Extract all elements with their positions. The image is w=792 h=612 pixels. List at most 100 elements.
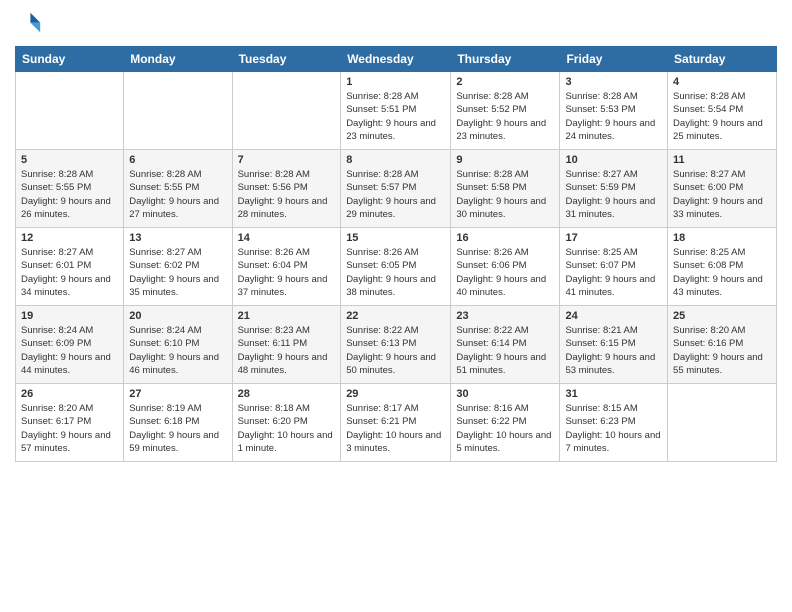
day-number: 31 <box>565 388 662 400</box>
day-number: 28 <box>238 388 336 400</box>
day-info: Sunrise: 8:28 AM Sunset: 5:55 PM Dayligh… <box>21 168 118 221</box>
day-number: 15 <box>346 232 445 244</box>
day-info: Sunrise: 8:26 AM Sunset: 6:04 PM Dayligh… <box>238 246 336 299</box>
day-info: Sunrise: 8:24 AM Sunset: 6:10 PM Dayligh… <box>129 324 226 377</box>
day-cell: 1 Sunrise: 8:28 AM Sunset: 5:51 PM Daylig… <box>341 72 451 150</box>
weekday-header-sunday: Sunday <box>16 47 124 72</box>
weekday-header-wednesday: Wednesday <box>341 47 451 72</box>
day-cell: 2Sunrise: 8:28 AM Sunset: 5:52 PM Daylig… <box>451 72 560 150</box>
day-cell: 18Sunrise: 8:25 AM Sunset: 6:08 PM Dayli… <box>668 228 777 306</box>
day-number: 24 <box>565 310 662 322</box>
day-number: 25 <box>673 310 771 322</box>
day-number: 22 <box>346 310 445 322</box>
day-number: 9 <box>456 154 554 166</box>
day-number: 11 <box>673 154 771 166</box>
day-cell: 26Sunrise: 8:20 AM Sunset: 6:17 PM Dayli… <box>16 384 124 462</box>
week-row-4: 26Sunrise: 8:20 AM Sunset: 6:17 PM Dayli… <box>16 384 777 462</box>
day-info: Sunrise: 8:27 AM Sunset: 6:02 PM Dayligh… <box>129 246 226 299</box>
day-info: Sunrise: 8:25 AM Sunset: 6:08 PM Dayligh… <box>673 246 771 299</box>
logo <box>15 10 47 38</box>
day-number: 3 <box>565 76 662 88</box>
day-number: 1 <box>346 76 445 88</box>
day-number: 16 <box>456 232 554 244</box>
page: SundayMondayTuesdayWednesdayThursdayFrid… <box>0 0 792 612</box>
day-cell: 25Sunrise: 8:20 AM Sunset: 6:16 PM Dayli… <box>668 306 777 384</box>
day-cell: 27Sunrise: 8:19 AM Sunset: 6:18 PM Dayli… <box>124 384 232 462</box>
day-cell <box>232 72 341 150</box>
day-cell: 17 Sunrise: 8:25 AM Sunset: 6:07 PM Dayli… <box>560 228 668 306</box>
day-cell: 3 Sunrise: 8:28 AM Sunset: 5:53 PM Daylig… <box>560 72 668 150</box>
day-cell: 28 Sunrise: 8:18 AM Sunset: 6:20 PM Dayli… <box>232 384 341 462</box>
day-info: Sunrise: 8:28 AM Sunset: 5:58 PM Dayligh… <box>456 168 554 221</box>
day-number: 20 <box>129 310 226 322</box>
day-cell: 14 Sunrise: 8:26 AM Sunset: 6:04 PM Dayli… <box>232 228 341 306</box>
logo-icon <box>15 10 43 38</box>
day-info: Sunrise: 8:25 AM Sunset: 6:07 PM Dayligh… <box>565 246 662 299</box>
day-info: Sunrise: 8:28 AM Sunset: 5:56 PM Dayligh… <box>238 168 336 221</box>
day-number: 23 <box>456 310 554 322</box>
day-number: 17 <box>565 232 662 244</box>
day-cell: 22 Sunrise: 8:22 AM Sunset: 6:13 PM Dayli… <box>341 306 451 384</box>
day-number: 21 <box>238 310 336 322</box>
week-row-3: 19 Sunrise: 8:24 AM Sunset: 6:09 PM Dayli… <box>16 306 777 384</box>
day-cell: 19 Sunrise: 8:24 AM Sunset: 6:09 PM Dayli… <box>16 306 124 384</box>
day-cell: 7 Sunrise: 8:28 AM Sunset: 5:56 PM Daylig… <box>232 150 341 228</box>
day-info: Sunrise: 8:26 AM Sunset: 6:06 PM Dayligh… <box>456 246 554 299</box>
day-cell: 8Sunrise: 8:28 AM Sunset: 5:57 PM Daylig… <box>341 150 451 228</box>
day-info: Sunrise: 8:28 AM Sunset: 5:55 PM Dayligh… <box>129 168 226 221</box>
day-cell: 6 Sunrise: 8:28 AM Sunset: 5:55 PM Daylig… <box>124 150 232 228</box>
day-cell: 15 Sunrise: 8:26 AM Sunset: 6:05 PM Dayli… <box>341 228 451 306</box>
day-cell <box>124 72 232 150</box>
day-cell: 10 Sunrise: 8:27 AM Sunset: 5:59 PM Dayli… <box>560 150 668 228</box>
day-number: 7 <box>238 154 336 166</box>
day-info: Sunrise: 8:22 AM Sunset: 6:14 PM Dayligh… <box>456 324 554 377</box>
day-cell <box>16 72 124 150</box>
day-info: Sunrise: 8:28 AM Sunset: 5:53 PM Dayligh… <box>565 90 662 143</box>
day-number: 6 <box>129 154 226 166</box>
day-number: 12 <box>21 232 118 244</box>
day-info: Sunrise: 8:28 AM Sunset: 5:54 PM Dayligh… <box>673 90 771 143</box>
day-cell: 16 Sunrise: 8:26 AM Sunset: 6:06 PM Dayli… <box>451 228 560 306</box>
header <box>15 10 777 38</box>
day-info: Sunrise: 8:16 AM Sunset: 6:22 PM Dayligh… <box>456 402 554 455</box>
day-cell: 31 Sunrise: 8:15 AM Sunset: 6:23 PM Dayli… <box>560 384 668 462</box>
day-cell: 12 Sunrise: 8:27 AM Sunset: 6:01 PM Dayli… <box>16 228 124 306</box>
day-info: Sunrise: 8:24 AM Sunset: 6:09 PM Dayligh… <box>21 324 118 377</box>
day-info: Sunrise: 8:28 AM Sunset: 5:57 PM Dayligh… <box>346 168 445 221</box>
day-info: Sunrise: 8:27 AM Sunset: 6:00 PM Dayligh… <box>673 168 771 221</box>
day-cell: 23 Sunrise: 8:22 AM Sunset: 6:14 PM Dayli… <box>451 306 560 384</box>
week-row-2: 12 Sunrise: 8:27 AM Sunset: 6:01 PM Dayli… <box>16 228 777 306</box>
day-number: 19 <box>21 310 118 322</box>
day-number: 10 <box>565 154 662 166</box>
day-info: Sunrise: 8:26 AM Sunset: 6:05 PM Dayligh… <box>346 246 445 299</box>
calendar-table: SundayMondayTuesdayWednesdayThursdayFrid… <box>15 46 777 462</box>
day-info: Sunrise: 8:27 AM Sunset: 5:59 PM Dayligh… <box>565 168 662 221</box>
day-cell: 29Sunrise: 8:17 AM Sunset: 6:21 PM Dayli… <box>341 384 451 462</box>
day-number: 14 <box>238 232 336 244</box>
day-info: Sunrise: 8:20 AM Sunset: 6:17 PM Dayligh… <box>21 402 118 455</box>
weekday-header-tuesday: Tuesday <box>232 47 341 72</box>
day-info: Sunrise: 8:22 AM Sunset: 6:13 PM Dayligh… <box>346 324 445 377</box>
day-cell: 21 Sunrise: 8:23 AM Sunset: 6:11 PM Dayli… <box>232 306 341 384</box>
day-cell: 11 Sunrise: 8:27 AM Sunset: 6:00 PM Dayli… <box>668 150 777 228</box>
day-info: Sunrise: 8:18 AM Sunset: 6:20 PM Dayligh… <box>238 402 336 455</box>
day-cell: 5 Sunrise: 8:28 AM Sunset: 5:55 PM Daylig… <box>16 150 124 228</box>
day-info: Sunrise: 8:23 AM Sunset: 6:11 PM Dayligh… <box>238 324 336 377</box>
week-row-0: 1 Sunrise: 8:28 AM Sunset: 5:51 PM Daylig… <box>16 72 777 150</box>
day-cell: 13 Sunrise: 8:27 AM Sunset: 6:02 PM Dayli… <box>124 228 232 306</box>
day-info: Sunrise: 8:15 AM Sunset: 6:23 PM Dayligh… <box>565 402 662 455</box>
weekday-header-friday: Friday <box>560 47 668 72</box>
day-cell: 30Sunrise: 8:16 AM Sunset: 6:22 PM Dayli… <box>451 384 560 462</box>
day-info: Sunrise: 8:28 AM Sunset: 5:51 PM Dayligh… <box>346 90 445 143</box>
weekday-header-monday: Monday <box>124 47 232 72</box>
day-info: Sunrise: 8:19 AM Sunset: 6:18 PM Dayligh… <box>129 402 226 455</box>
day-info: Sunrise: 8:27 AM Sunset: 6:01 PM Dayligh… <box>21 246 118 299</box>
day-info: Sunrise: 8:21 AM Sunset: 6:15 PM Dayligh… <box>565 324 662 377</box>
day-number: 29 <box>346 388 445 400</box>
day-cell: 9 Sunrise: 8:28 AM Sunset: 5:58 PM Daylig… <box>451 150 560 228</box>
day-number: 13 <box>129 232 226 244</box>
weekday-header-row: SundayMondayTuesdayWednesdayThursdayFrid… <box>16 47 777 72</box>
day-number: 5 <box>21 154 118 166</box>
week-row-1: 5 Sunrise: 8:28 AM Sunset: 5:55 PM Daylig… <box>16 150 777 228</box>
weekday-header-saturday: Saturday <box>668 47 777 72</box>
